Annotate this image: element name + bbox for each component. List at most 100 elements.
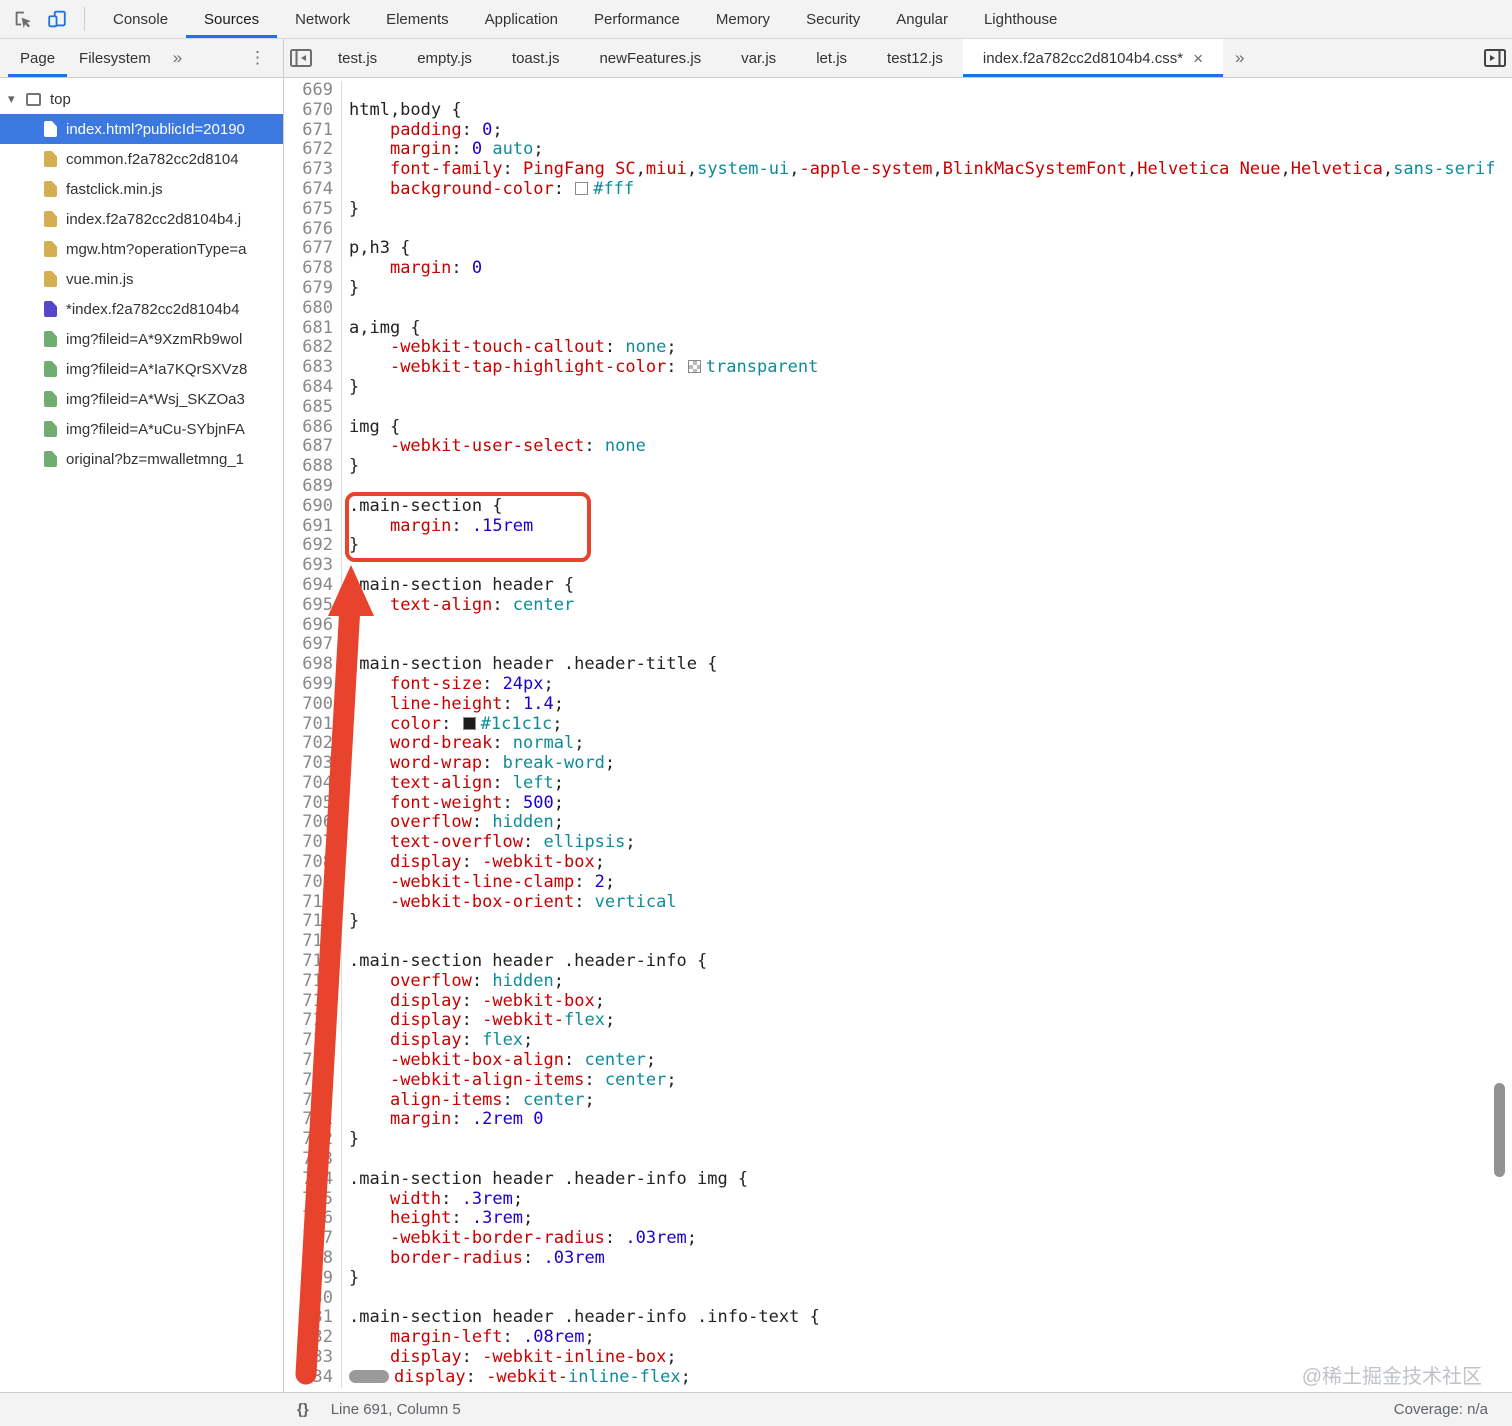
tab-filesystem[interactable]: Filesystem: [67, 39, 163, 77]
tab-sources[interactable]: Sources: [186, 0, 278, 38]
token: hidden: [492, 971, 554, 991]
code-line: 715 display: -webkit-box;: [284, 991, 1512, 1012]
file-tab-var-js[interactable]: var.js: [721, 39, 796, 77]
code-text: word-wrap: break-word;: [349, 754, 615, 774]
file-tab-label: toast.js: [511, 49, 560, 67]
tab-page[interactable]: Page: [8, 39, 68, 77]
tab-performance[interactable]: Performance: [576, 0, 698, 38]
token: ;: [666, 1348, 677, 1367]
code-line: 696}: [284, 615, 1512, 636]
code-line: 673 font-family: PingFang SC,miui,system…: [284, 159, 1512, 180]
line-number: 731: [284, 1308, 342, 1329]
file-tab-toast-js[interactable]: toast.js: [492, 39, 580, 77]
navigator-tab-strip: Page Filesystem » ⋮: [0, 39, 284, 77]
token: line-height: [389, 694, 503, 714]
tree-item[interactable]: common.f2a782cc2d8104: [0, 144, 283, 174]
tab-lighthouse[interactable]: Lighthouse: [966, 0, 1075, 38]
line-number: 705: [284, 793, 342, 814]
tree-item[interactable]: *index.f2a782cc2d8104b4: [0, 294, 283, 324]
tab-angular[interactable]: Angular: [878, 0, 966, 38]
pretty-print-icon[interactable]: {}: [297, 1401, 309, 1418]
token: }: [349, 278, 360, 298]
overflow-menu-icon[interactable]: ⋮: [233, 39, 283, 77]
token: background-color: [389, 179, 554, 199]
file-tab-test12-js[interactable]: test12.js: [867, 39, 963, 77]
tree-item[interactable]: mgw.htm?operationType=a: [0, 234, 283, 264]
more-tabs-icon[interactable]: »: [163, 39, 192, 77]
token: :: [465, 1367, 487, 1387]
line-number: 707: [284, 832, 342, 854]
line-number: 714: [284, 971, 342, 992]
tab-security[interactable]: Security: [788, 0, 878, 38]
code-line: 694 .main-section header {: [284, 575, 1512, 596]
file-tab-index-f2a782cc2d8104b4-css[interactable]: index.f2a782cc2d8104b4.css* ×: [962, 39, 1223, 77]
token: center: [584, 1051, 646, 1071]
tab-network[interactable]: Network: [277, 0, 368, 38]
tab-console[interactable]: Console: [95, 0, 186, 38]
line-number: 710: [284, 892, 342, 913]
token: 0: [533, 1110, 544, 1130]
hide-navigator-icon[interactable]: [284, 39, 318, 77]
line-number: 681: [284, 318, 342, 339]
token: border-radius: [389, 1249, 524, 1269]
tree-item[interactable]: index.html?publicId=20190: [0, 114, 283, 144]
token: .08rem: [523, 1328, 585, 1348]
more-editor-tabs-icon[interactable]: »: [1223, 39, 1256, 77]
tree-item[interactable]: img?fileid=A*uCu-SYbjnFA: [0, 414, 283, 444]
tree-item[interactable]: vue.min.js: [0, 264, 283, 294]
token: font-size: [389, 674, 483, 694]
token: vertical: [594, 892, 677, 912]
token: overflow: [389, 971, 472, 991]
tree-item[interactable]: index.f2a782cc2d8104b4.j: [0, 204, 283, 234]
toggle-device-toolbar-icon[interactable]: [40, 0, 74, 38]
token: :: [482, 674, 503, 694]
show-debugger-sidebar-icon[interactable]: [1478, 39, 1512, 77]
code-text: margin: 0 auto;: [349, 140, 544, 160]
close-icon[interactable]: ×: [1193, 50, 1203, 67]
token: inline-flex: [568, 1367, 681, 1387]
tree-item[interactable]: fastclick.min.js: [0, 174, 283, 204]
tree-item[interactable]: original?bz=mwalletmng_1: [0, 444, 283, 474]
line-number: 699: [284, 674, 342, 695]
scrollbar-thumb[interactable]: [1494, 1083, 1505, 1177]
chevron-down-icon[interactable]: ▾: [8, 91, 26, 107]
file-tab-empty-js[interactable]: empty.js: [397, 39, 492, 77]
line-number: 722: [284, 1129, 342, 1151]
file-tab-test-js[interactable]: test.js: [318, 39, 397, 77]
code-text: word-break: normal;: [349, 734, 585, 754]
token: 0: [471, 259, 483, 279]
line-number: 671: [284, 120, 342, 141]
line-number: 680: [284, 298, 342, 319]
code-line: 721 margin: .2rem 0: [284, 1110, 1512, 1131]
token: -webkit-: [482, 1011, 564, 1031]
token: .main-section header .header-info {: [349, 952, 708, 972]
token: :: [563, 1051, 585, 1071]
tab-application[interactable]: Application: [467, 0, 576, 38]
file-tab-let-js[interactable]: let.js: [796, 39, 867, 77]
inspect-element-icon[interactable]: [6, 0, 40, 38]
tab-elements[interactable]: Elements: [368, 0, 467, 38]
line-number: 687: [284, 437, 342, 458]
tree-item[interactable]: img?fileid=A*Ia7KQrSXVz8: [0, 354, 283, 384]
file-tab-newfeatures-js[interactable]: newFeatures.js: [579, 39, 721, 77]
token: :: [574, 872, 595, 892]
code-text: }: [349, 200, 359, 220]
line-number: 686: [284, 417, 342, 438]
tab-memory[interactable]: Memory: [698, 0, 788, 38]
code-text: img {: [349, 418, 400, 438]
script-file-icon: [44, 181, 57, 197]
code-line: 681 a,img {: [284, 318, 1512, 339]
token: display: [389, 1011, 462, 1031]
token: -webkit-user-select: [389, 437, 585, 457]
code-editor[interactable]: 669 670 html,body {671 padding: 0; 672 marg…: [284, 78, 1512, 1392]
token: :: [451, 140, 472, 160]
tree-item-top[interactable]: ▾ top: [0, 84, 283, 114]
tree-item[interactable]: img?fileid=A*Wsj_SKZOa3: [0, 384, 283, 414]
code-text: margin: 0: [349, 259, 482, 279]
tree-item[interactable]: img?fileid=A*9XzmRb9wol: [0, 324, 283, 354]
token: margin: [389, 516, 452, 536]
